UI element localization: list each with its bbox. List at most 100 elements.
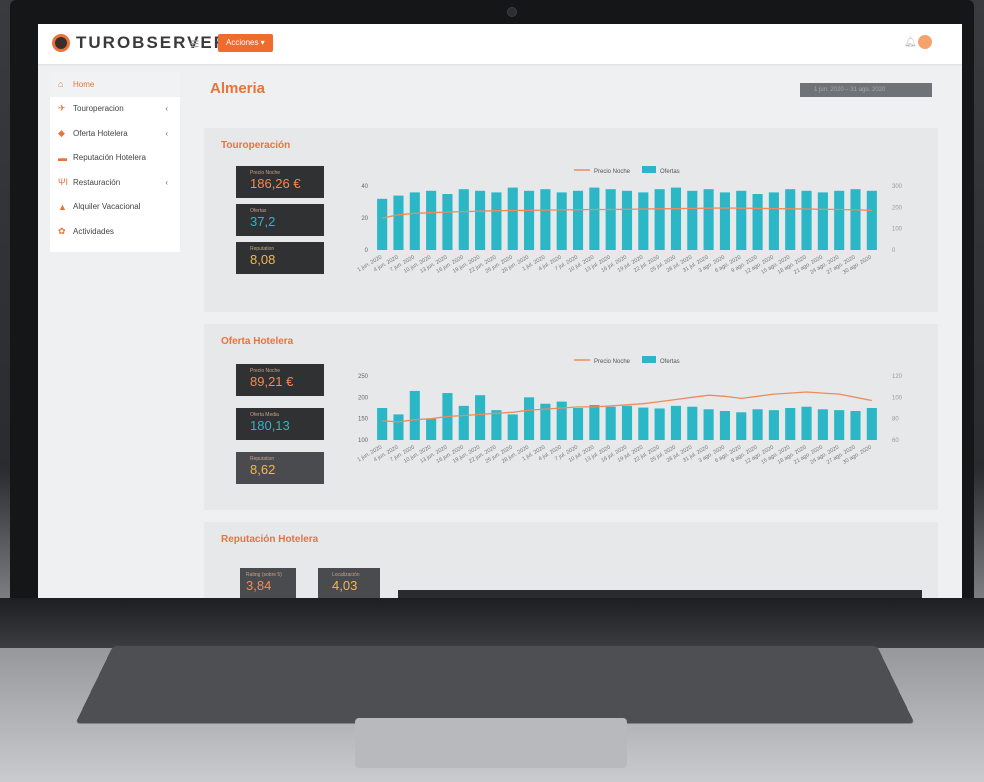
y2-tick-label: 120 [892, 374, 903, 380]
laptop-photo: TUROBSERVER ≡ Acciones ▾ 🔔︎ ⌂ Home ✈ Tou… [0, 0, 984, 782]
logo[interactable]: TUROBSERVER [52, 33, 228, 53]
kpi-value: 8,62 [250, 462, 276, 477]
ofertas-bar [377, 198, 388, 250]
touchpad [355, 718, 627, 768]
ofertas-bar [605, 189, 616, 250]
sidebar-item-restauracion[interactable]: ΨΙ Restauración ‹ [50, 170, 180, 195]
page-title: Almeria [210, 80, 266, 97]
kpi-value: 4,03 [332, 578, 358, 593]
ofertas-bar [638, 407, 649, 440]
panel-reputacion-hotelera: Reputación Hotelera Rating (sobre 5) 3,8… [204, 522, 938, 598]
top-bar: TUROBSERVER ≡ Acciones ▾ 🔔︎ [38, 24, 962, 64]
y-tick-label: 250 [358, 374, 369, 380]
home-icon: ⌂ [58, 79, 64, 90]
y-tick-label: 0 [365, 248, 369, 254]
legend-bar-swatch [642, 356, 656, 363]
logo-pin-icon [52, 34, 70, 52]
sidebar-item-oferta-hotelera[interactable]: ◆ Oferta Hotelera ‹ [50, 121, 180, 146]
panel-title: Oferta Hotelera [221, 336, 294, 347]
logo-text: TUROBSERVER [76, 33, 229, 52]
ofertas-bar [589, 405, 600, 440]
ofertas-bar [866, 408, 877, 440]
ofertas-bar [687, 190, 698, 250]
ofertas-bar [752, 194, 763, 250]
ofertas-bar [866, 190, 877, 250]
ofertas-bar [377, 408, 388, 440]
ofertas-bar [621, 405, 633, 440]
y2-tick-label: 100 [892, 395, 903, 401]
panel-title: Touroperación [221, 140, 291, 151]
kpi-precio-noche: Precio Noche 186,26 € [236, 166, 324, 198]
ofertas-bar [475, 395, 486, 440]
kpi-value: 37,2 [250, 214, 276, 229]
sidebar-item-actividades[interactable]: ✿ Actividades [50, 219, 180, 244]
ofertas-bar [719, 410, 730, 440]
kpi-value: 8,08 [250, 252, 276, 267]
avatar[interactable] [918, 35, 932, 49]
panel-title: Reputación Hotelera [221, 534, 319, 545]
kpi-value: 186,26 € [250, 176, 301, 191]
touroperacion-chart: Precio Noche Ofertas4020030020010001 jun.… [357, 166, 903, 276]
y2-tick-label: 60 [892, 438, 899, 444]
chevron-left-icon: ‹ [165, 177, 168, 187]
ofertas-bar [524, 397, 535, 440]
ofertas-bar [409, 192, 420, 250]
ofertas-bar [736, 412, 747, 440]
ofertas-bar [670, 405, 682, 440]
sidebar-item-alquiler-vacacional[interactable]: ▲ Alquiler Vacacional [50, 195, 180, 220]
ofertas-bar [801, 406, 812, 440]
ofertas-bar [801, 190, 812, 250]
kpi-value: 180,13 [250, 418, 290, 433]
sidebar-item-label: Oferta Hotelera [73, 128, 128, 138]
panel-touroperacion: Touroperación Precio Noche 186,26 € Ofer… [204, 128, 938, 312]
panel-oferta-hotelera: Oferta Hotelera Precio Noche 89,21 € Ofe… [204, 324, 938, 510]
ofertas-bar [817, 409, 828, 440]
ofertas-bar [409, 390, 420, 440]
plane-icon: ✈ [58, 103, 66, 114]
kpi-rating: Rating (sobre 5) 3,84 [240, 568, 296, 598]
hamburger-icon[interactable]: ≡ [190, 36, 199, 54]
cutlery-icon: ΨΙ [58, 177, 69, 188]
ofertas-bar [719, 192, 730, 250]
y-tick-label: 20 [361, 216, 368, 222]
sidebar-item-label: Reputación Hotelera [73, 153, 146, 163]
ofertas-bar [475, 190, 486, 250]
y-tick-label: 100 [358, 438, 369, 444]
sidebar: ⌂ Home ✈ Touroperacion ‹ ◆ Oferta Hotele… [50, 72, 180, 252]
legend-label: Precio Noche [594, 359, 631, 365]
oferta-hotelera-chart: Precio Noche Ofertas 250 200 150 100 120 100 80 6… [357, 356, 903, 466]
sidebar-item-label: Alquiler Vacacional [73, 202, 141, 212]
tag-icon: ◆ [58, 127, 65, 138]
bell-icon[interactable]: 🔔︎ [904, 37, 917, 48]
ofertas-bar [442, 194, 453, 250]
ofertas-bar [605, 406, 616, 440]
ofertas-bar [572, 408, 584, 440]
y2-tick-label: 80 [892, 417, 899, 423]
kpi-localizacion: Localización 4,03 [318, 568, 380, 598]
acciones-button[interactable]: Acciones ▾ [218, 34, 273, 52]
ofertas-bar [834, 190, 845, 250]
legend-label: Precio Noche [594, 169, 631, 175]
webcam [507, 7, 517, 17]
sidebar-item-touroperacion[interactable]: ✈ Touroperacion ‹ [50, 97, 180, 122]
date-range-picker[interactable]: 1 jun. 2020 – 31 ago. 2020 [800, 83, 932, 97]
sidebar-item-reputacion-hotelera[interactable]: ▬ Reputación Hotelera [50, 146, 180, 171]
ofertas-bar [491, 192, 502, 250]
sidebar-item-home[interactable]: ⌂ Home [50, 72, 180, 97]
ofertas-bar [768, 192, 779, 250]
laptop-hinge [0, 598, 984, 648]
ofertas-bar [785, 189, 796, 250]
ofertas-bar [507, 414, 518, 440]
ofertas-bar [556, 192, 567, 250]
y2-tick-label: 300 [892, 184, 903, 190]
ofertas-bar [687, 406, 698, 440]
ofertas-bar [703, 189, 714, 250]
sidebar-item-label: Touroperacion [73, 104, 124, 114]
ofertas-bar [736, 190, 747, 250]
sidebar-item-label: Actividades [73, 226, 114, 236]
y-tick-label: 40 [361, 184, 368, 190]
ofertas-bar [507, 187, 518, 250]
chevron-left-icon: ‹ [165, 104, 168, 114]
ofertas-bar [670, 187, 682, 250]
ofertas-bar [654, 189, 665, 250]
